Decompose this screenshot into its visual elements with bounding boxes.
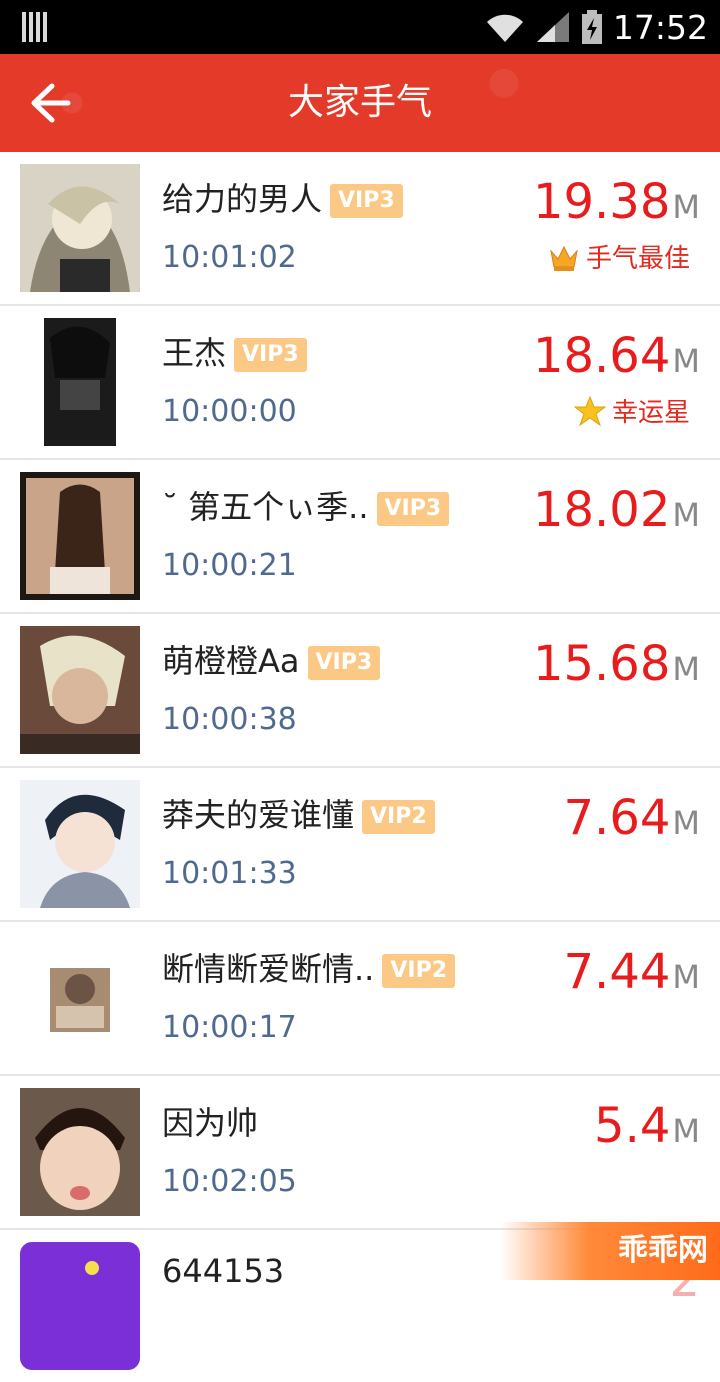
amount-unit: M	[672, 958, 700, 996]
avatar	[20, 1088, 140, 1216]
page-title: 大家手气	[287, 82, 432, 123]
badge-label: 手气最佳	[585, 244, 690, 274]
avatar	[20, 1242, 140, 1370]
amount: 5.4M	[594, 1098, 700, 1154]
timestamp: 10:01:02	[162, 240, 297, 275]
vip-badge: VIP2	[362, 800, 435, 834]
vip-badge: VIP3	[307, 646, 381, 680]
vip-badge: VIP2	[382, 954, 456, 988]
amount-unit: M	[672, 496, 700, 534]
signal-icon	[536, 12, 569, 42]
avatar	[20, 472, 140, 600]
clock: 17:52	[612, 7, 708, 47]
notification-icon	[22, 12, 48, 42]
avatar	[20, 934, 140, 1062]
best-luck-badge: 手气最佳	[548, 238, 690, 275]
list-item[interactable]: 莽夫的爱谁懂 VIP2 10:01:33 7.64M	[0, 768, 720, 922]
list-item[interactable]: ˘ 第五个ぃ季.. VIP3 10:00:21 18.02M	[0, 460, 720, 614]
amount-value: 7.64	[563, 790, 671, 846]
list-item[interactable]: 萌橙橙Aa VIP3 10:00:38 15.68M	[0, 614, 720, 768]
amount: 19.38M	[533, 174, 700, 230]
amount: 15.68M	[533, 636, 700, 692]
list-item[interactable]: 王杰 VIP3 10:00:00 18.64M 幸运星	[0, 306, 720, 460]
user-name: 断情断爱断情..	[162, 950, 375, 988]
wifi-icon	[486, 14, 523, 43]
amount-unit: M	[672, 804, 700, 842]
badge-label: 幸运星	[611, 398, 690, 428]
amount-value: 15.68	[532, 636, 671, 692]
list-item[interactable]: 因为帅 10:02:05 5.4M	[0, 1076, 720, 1230]
timestamp: 10:01:33	[162, 856, 297, 891]
user-name: 莽夫的爱谁懂	[162, 796, 355, 834]
list-item[interactable]: 给力的男人 VIP3 10:01:02 19.38M 手气最佳	[0, 152, 720, 306]
amount-unit: M	[672, 650, 700, 688]
amount-value: 18.02	[532, 482, 671, 538]
user-name: ˘ 第五个ぃ季..	[162, 488, 369, 526]
watermark-logo: 乖乖网	[500, 1222, 720, 1280]
amount: 18.64M	[533, 328, 700, 384]
amount-unit: M	[672, 188, 700, 226]
amount-value: 7.44	[563, 944, 671, 1000]
vip-badge: VIP3	[376, 492, 450, 526]
vip-badge: VIP3	[330, 184, 403, 218]
user-name: 644153	[162, 1252, 285, 1290]
amount-value: 5.4	[594, 1098, 671, 1154]
amount: 18.02M	[533, 482, 700, 538]
user-name: 王杰	[162, 334, 227, 372]
amount-unit: M	[672, 1112, 700, 1150]
user-name: 给力的男人	[162, 180, 323, 218]
header: 大家手气	[0, 54, 720, 152]
avatar	[20, 318, 140, 446]
timestamp: 10:02:05	[162, 1164, 297, 1199]
amount: 7.64M	[564, 790, 700, 846]
lucky-star-badge: 幸运星	[573, 392, 690, 429]
avatar	[20, 626, 140, 754]
crown-icon	[550, 245, 578, 271]
avatar	[20, 164, 140, 292]
result-list: 给力的男人 VIP3 10:01:02 19.38M 手气最佳 王杰 VIP3 10…	[0, 152, 720, 1382]
user-name: 因为帅	[162, 1104, 259, 1142]
amount-unit: M	[672, 342, 700, 380]
timestamp: 10:00:38	[162, 702, 297, 737]
list-item[interactable]: 断情断爱断情.. VIP2 10:00:17 7.44M	[0, 922, 720, 1076]
amount-value: 18.64	[532, 328, 671, 384]
star-icon	[573, 395, 606, 426]
amount-value: 19.38	[532, 174, 671, 230]
amount: 7.44M	[564, 944, 700, 1000]
battery-icon	[581, 10, 602, 44]
timestamp: 10:00:21	[162, 548, 297, 583]
avatar	[20, 780, 140, 908]
user-name: 萌橙橙Aa	[162, 642, 300, 680]
timestamp: 10:00:17	[162, 1010, 297, 1045]
timestamp: 10:00:00	[162, 394, 297, 429]
vip-badge: VIP3	[234, 338, 307, 372]
status-bar: 17:52	[0, 0, 720, 54]
